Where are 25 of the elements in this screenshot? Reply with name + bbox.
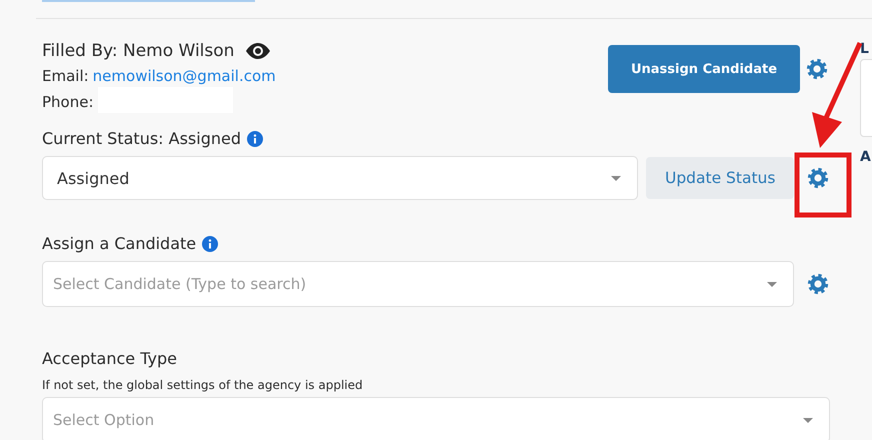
settings-icon[interactable] — [806, 272, 830, 296]
hint-text: If not set, the global settings of the agency is applied — [42, 378, 364, 392]
option-dropdown[interactable]: Select Option — [42, 397, 830, 440]
side-label: A — [860, 149, 871, 165]
side-label: L — [860, 41, 869, 57]
update-status-button[interactable]: Update Status — [646, 157, 794, 199]
unassign-button[interactable]: Unassign Candidate — [608, 45, 800, 93]
info-icon[interactable] — [247, 130, 263, 146]
settings-icon[interactable] — [805, 57, 829, 81]
caret-icon — [803, 418, 813, 422]
status-dropdown[interactable]: Assigned — [42, 156, 638, 200]
caret-icon — [611, 176, 622, 180]
eye-icon[interactable] — [246, 43, 270, 59]
highlight-frame — [794, 152, 852, 218]
filled-by-text: Filled By: Nemo Wilson — [42, 41, 234, 61]
caret-icon — [767, 282, 777, 286]
phone-label: Phone: — [42, 93, 94, 111]
current-status-label: Current Status: Assigned — [42, 129, 241, 148]
assign-candidate-label: Assign a Candidate — [42, 234, 196, 253]
candidate-dropdown[interactable]: Select Candidate (Type to search) — [42, 261, 794, 307]
email-label: Email: — [42, 67, 89, 85]
info-icon[interactable] — [202, 236, 218, 252]
settings-icon[interactable] — [806, 166, 830, 190]
email-link[interactable]: nemowilson@gmail.com — [92, 67, 276, 85]
acceptance-type-label: Acceptance Type — [42, 349, 177, 368]
